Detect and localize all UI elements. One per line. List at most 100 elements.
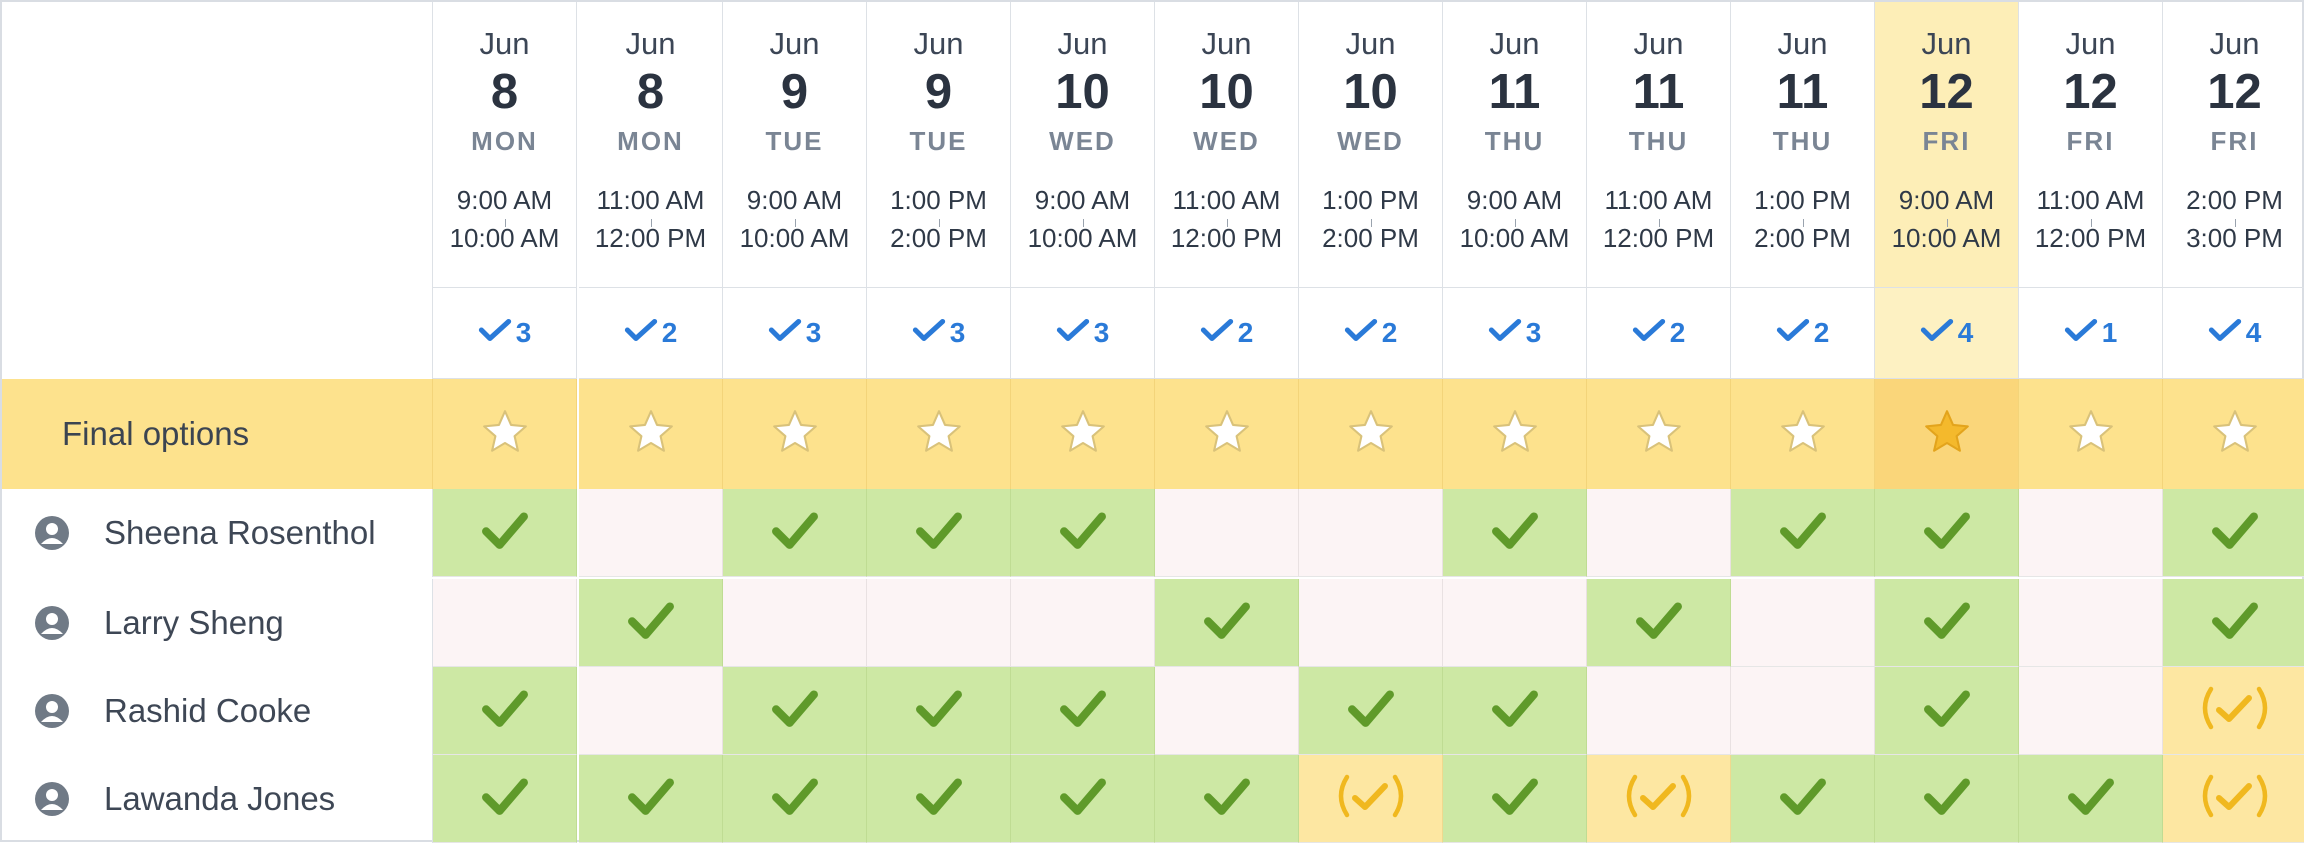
response-cell-yes[interactable] (1875, 667, 2019, 755)
option-header[interactable]: Jun 12 FRI 2:00 PM 3:00 PM (2163, 2, 2304, 288)
response-cell-no[interactable] (1011, 579, 1155, 667)
response-cell-yes[interactable] (1155, 579, 1299, 667)
response-cell-no[interactable] (1731, 579, 1875, 667)
final-option-star[interactable] (1875, 379, 2019, 489)
option-day: 12 (2063, 65, 2118, 119)
response-cell-no[interactable] (2019, 667, 2163, 755)
option-header[interactable]: Jun 11 THU 9:00 AM 10:00 AM (1443, 2, 1587, 288)
option-weekday: THU (1484, 126, 1545, 156)
option-header[interactable]: Jun 11 THU 11:00 AM 12:00 PM (1587, 2, 1731, 288)
option-header[interactable]: Jun 9 TUE 9:00 AM 10:00 AM (723, 2, 867, 288)
option-column: Jun 12 FRI 9:00 AM 10:00 AM 4 (1875, 2, 2019, 844)
final-option-star[interactable] (1587, 379, 1731, 489)
response-cell-maybe[interactable] (1587, 755, 1731, 843)
response-cell-yes[interactable] (2163, 489, 2304, 577)
response-cell-yes[interactable] (867, 489, 1011, 577)
response-cell-yes[interactable] (1875, 755, 2019, 843)
response-cell-yes[interactable] (1875, 579, 2019, 667)
option-month: Jun (913, 26, 964, 61)
check-icon (1632, 593, 1686, 652)
response-cell-yes[interactable] (1443, 489, 1587, 577)
final-option-star[interactable] (867, 379, 1011, 489)
option-header[interactable]: Jun 12 FRI 11:00 AM 12:00 PM (2019, 2, 2163, 288)
option-day: 8 (636, 65, 665, 119)
final-option-star[interactable] (723, 379, 867, 489)
final-option-star[interactable] (579, 379, 723, 489)
response-cell-maybe[interactable] (2163, 667, 2304, 755)
check-icon (1488, 681, 1542, 740)
check-icon (1200, 769, 1254, 828)
response-cell-no[interactable] (2019, 489, 2163, 577)
response-cell-yes[interactable] (2019, 755, 2163, 843)
response-cell-yes[interactable] (579, 579, 723, 667)
final-option-star[interactable] (433, 379, 577, 489)
response-cell-yes[interactable] (1011, 667, 1155, 755)
response-cell-yes[interactable] (2163, 579, 2304, 667)
option-header[interactable]: Jun 10 WED 11:00 AM 12:00 PM (1155, 2, 1299, 288)
option-header[interactable]: Jun 8 MON 9:00 AM 10:00 AM (433, 2, 577, 288)
response-cell-no[interactable] (1587, 489, 1731, 577)
final-option-star[interactable] (2163, 379, 2304, 489)
response-cell-no[interactable] (867, 579, 1011, 667)
response-cell-yes[interactable] (1731, 489, 1875, 577)
response-cell-yes[interactable] (723, 489, 867, 577)
response-cell-yes[interactable] (1731, 755, 1875, 843)
option-header[interactable]: Jun 10 WED 1:00 PM 2:00 PM (1299, 2, 1443, 288)
final-option-star[interactable] (1299, 379, 1443, 489)
response-cell-yes[interactable] (433, 489, 577, 577)
response-cell-yes[interactable] (1443, 667, 1587, 755)
option-header[interactable]: Jun 12 FRI 9:00 AM 10:00 AM (1875, 2, 2019, 288)
response-cell-yes[interactable] (1875, 489, 2019, 577)
user-avatar-icon (34, 515, 70, 551)
option-weekday: MON (617, 126, 684, 156)
response-cell-yes[interactable] (723, 667, 867, 755)
response-cell-yes[interactable] (1443, 755, 1587, 843)
option-header[interactable]: Jun 11 THU 1:00 PM 2:00 PM (1731, 2, 1875, 288)
response-cell-no[interactable] (1299, 579, 1443, 667)
response-cell-yes[interactable] (433, 755, 577, 843)
response-cell-yes[interactable] (433, 667, 577, 755)
response-cell-no[interactable] (1155, 489, 1299, 577)
response-cell-no[interactable] (579, 667, 723, 755)
check-icon (2208, 503, 2262, 562)
final-option-star[interactable] (1443, 379, 1587, 489)
response-cell-no[interactable] (2019, 579, 2163, 667)
option-weekday: FRI (1922, 126, 1971, 156)
option-header[interactable]: Jun 8 MON 11:00 AM 12:00 PM (579, 2, 723, 288)
response-cell-yes[interactable] (1587, 579, 1731, 667)
check-icon (2208, 593, 2262, 652)
final-option-star[interactable] (1011, 379, 1155, 489)
response-cell-yes[interactable] (1011, 489, 1155, 577)
response-cell-no[interactable] (1587, 667, 1731, 755)
response-cell-yes[interactable] (1011, 755, 1155, 843)
response-cell-no[interactable] (1299, 489, 1443, 577)
final-option-star[interactable] (1155, 379, 1299, 489)
user-avatar-icon (34, 693, 70, 729)
response-cell-yes[interactable] (723, 755, 867, 843)
response-cell-maybe[interactable] (1299, 755, 1443, 843)
check-icon (1056, 769, 1110, 828)
response-cell-no[interactable] (1443, 579, 1587, 667)
response-cell-yes[interactable] (579, 755, 723, 843)
response-cell-yes[interactable] (867, 667, 1011, 755)
final-option-star[interactable] (1731, 379, 1875, 489)
check-icon (1920, 593, 1974, 652)
response-cell-maybe[interactable] (2163, 755, 2304, 843)
final-option-star[interactable] (2019, 379, 2163, 489)
response-cell-no[interactable] (579, 489, 723, 577)
response-cell-yes[interactable] (1155, 755, 1299, 843)
response-cell-no[interactable] (1731, 667, 1875, 755)
response-cell-no[interactable] (1155, 667, 1299, 755)
check-icon (1776, 503, 1830, 562)
check-icon (478, 316, 516, 351)
response-cell-yes[interactable] (867, 755, 1011, 843)
option-header[interactable]: Jun 9 TUE 1:00 PM 2:00 PM (867, 2, 1011, 288)
response-cell-no[interactable] (723, 579, 867, 667)
option-header[interactable]: Jun 10 WED 9:00 AM 10:00 AM (1011, 2, 1155, 288)
check-icon (1344, 316, 1382, 351)
response-cell-no[interactable] (433, 579, 577, 667)
response-cell-yes[interactable] (1299, 667, 1443, 755)
option-start-time: 9:00 AM (1034, 185, 1131, 215)
option-start-time: 11:00 AM (1172, 185, 1281, 215)
option-weekday: WED (1049, 126, 1116, 156)
